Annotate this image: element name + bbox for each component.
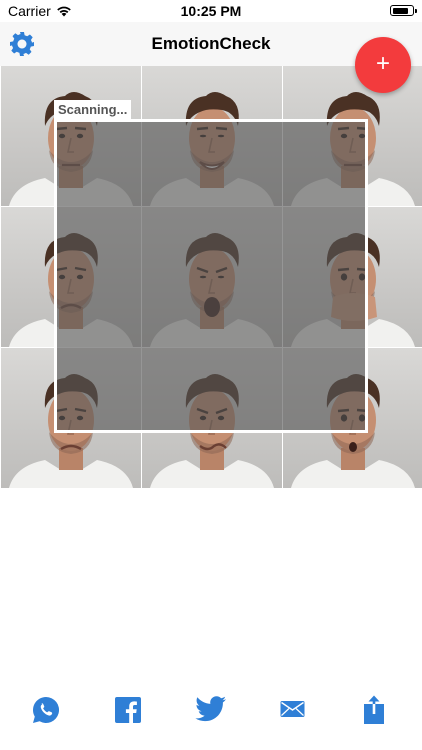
status-bar: Carrier 10:25 PM — [0, 0, 422, 22]
battery-icon — [390, 5, 417, 16]
share-icon[interactable] — [363, 695, 385, 725]
share-bar — [0, 695, 422, 733]
twitter-icon[interactable] — [195, 695, 227, 723]
plus-icon: + — [375, 50, 390, 77]
scanning-label: Scanning... — [54, 100, 132, 119]
scanning-overlay — [54, 119, 368, 433]
mail-icon[interactable] — [280, 699, 305, 719]
mouth-shape — [349, 442, 357, 452]
add-photo-button[interactable]: + — [355, 37, 411, 93]
app-screen: Carrier 10:25 PM EmotionCheck + Scanning… — [0, 0, 422, 750]
facebook-icon[interactable] — [115, 697, 141, 723]
whatsapp-icon[interactable] — [31, 695, 61, 725]
battery-level — [392, 7, 408, 14]
status-time: 10:25 PM — [180, 3, 242, 19]
